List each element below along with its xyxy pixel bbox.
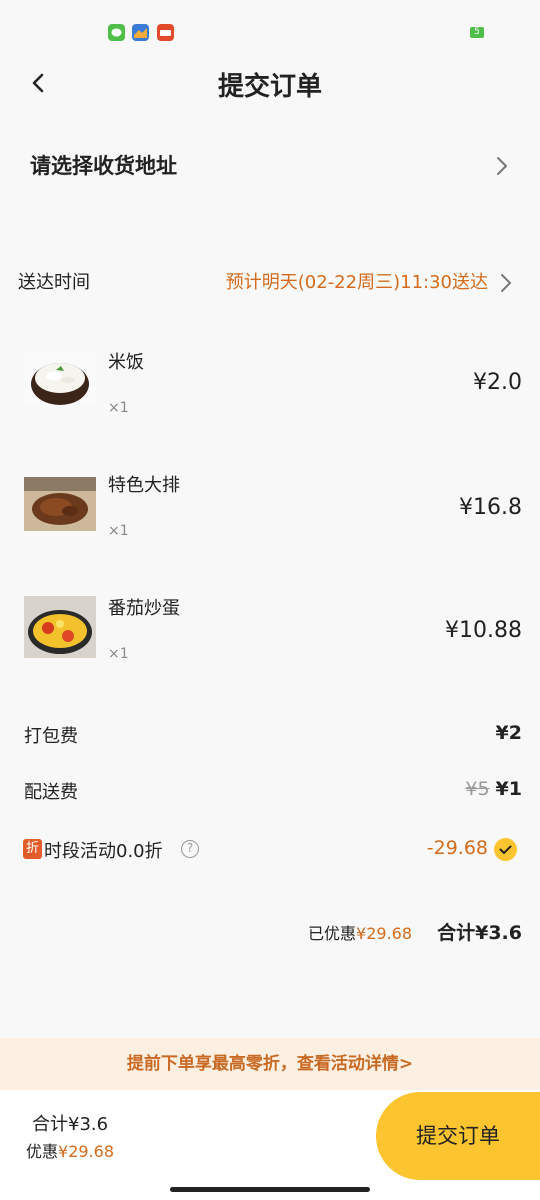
top-nav: 提交订单 — [0, 56, 540, 112]
item-name: 番茄炒蛋 — [108, 598, 180, 619]
delivery-fee-original: ¥5 — [465, 778, 490, 800]
order-item: 番茄炒蛋 ×1 ¥10.88 — [0, 594, 540, 686]
packaging-fee-label: 打包费 — [24, 726, 78, 747]
address-label: 请选择收货地址 — [30, 154, 177, 178]
store-app-icon — [157, 24, 174, 41]
packaging-fee-value: ¥2 — [495, 722, 522, 744]
order-item: 米饭 ×1 ¥2.0 — [0, 348, 540, 440]
status-bar: 5 — [0, 0, 540, 56]
delivery-fee-row: 配送费 ¥5 ¥1 — [0, 778, 540, 808]
footer-saved-prefix: 优惠 — [26, 1142, 59, 1161]
item-quantity: ×1 — [108, 400, 129, 416]
item-quantity: ×1 — [108, 646, 129, 662]
saved-amount: ¥29.68 — [356, 924, 413, 943]
saved-amount-text: 已优惠¥29.68 — [308, 924, 412, 943]
delivery-fee-value: ¥5 ¥1 — [465, 778, 522, 800]
checkout-footer: 合计¥3.6 优惠¥29.68 提交订单 — [0, 1090, 540, 1200]
footer-saved-amount: ¥29.68 — [58, 1142, 114, 1161]
item-name: 米饭 — [108, 352, 144, 373]
help-icon[interactable]: ? — [181, 840, 199, 858]
address-selector[interactable]: 请选择收货地址 — [0, 140, 540, 196]
promotion-banner[interactable]: 提前下单享最高零折，查看活动详情> — [0, 1038, 540, 1090]
page-title: 提交订单 — [217, 72, 322, 102]
saved-prefix: 已优惠 — [308, 924, 357, 943]
chevron-right-icon — [497, 157, 507, 175]
packaging-fee-row: 打包费 ¥2 — [0, 722, 540, 752]
delivery-fee-current: ¥1 — [495, 778, 522, 800]
item-price: ¥10.88 — [445, 618, 522, 643]
battery-icon: 5 — [470, 27, 484, 38]
delivery-time-row[interactable]: 送达时间 预计明天(02-22周三)11:30送达 — [0, 268, 540, 300]
promotion-value: -29.68 — [426, 837, 488, 859]
discount-badge: 折 — [23, 839, 42, 859]
submit-order-button[interactable]: 提交订单 — [376, 1092, 540, 1180]
home-indicator[interactable] — [170, 1187, 370, 1192]
map-app-icon — [132, 24, 149, 41]
check-icon[interactable] — [494, 838, 517, 861]
item-quantity: ×1 — [108, 523, 129, 539]
order-total: 合计¥3.6 — [437, 922, 522, 944]
promotion-label: 时段活动0.0折 — [44, 841, 163, 862]
tomato-egg-image — [24, 596, 96, 658]
delivery-time-value: 预计明天(02-22周三)11:30送达 — [225, 272, 488, 293]
wechat-app-icon — [108, 24, 125, 41]
footer-saved: 优惠¥29.68 — [26, 1138, 114, 1162]
delivery-fee-label: 配送费 — [24, 782, 78, 803]
item-name: 特色大排 — [108, 475, 180, 496]
pork-chop-image — [24, 477, 96, 531]
order-summary: 已优惠¥29.68 合计¥3.6 — [308, 918, 522, 945]
item-price: ¥16.8 — [459, 495, 522, 520]
item-price: ¥2.0 — [473, 370, 522, 395]
chevron-right-icon — [501, 274, 511, 292]
delivery-time-label: 送达时间 — [18, 272, 90, 293]
rice-bowl-image — [24, 352, 96, 406]
footer-total: 合计¥3.6 — [32, 1114, 109, 1135]
order-item: 特色大排 ×1 ¥16.8 — [0, 471, 540, 563]
